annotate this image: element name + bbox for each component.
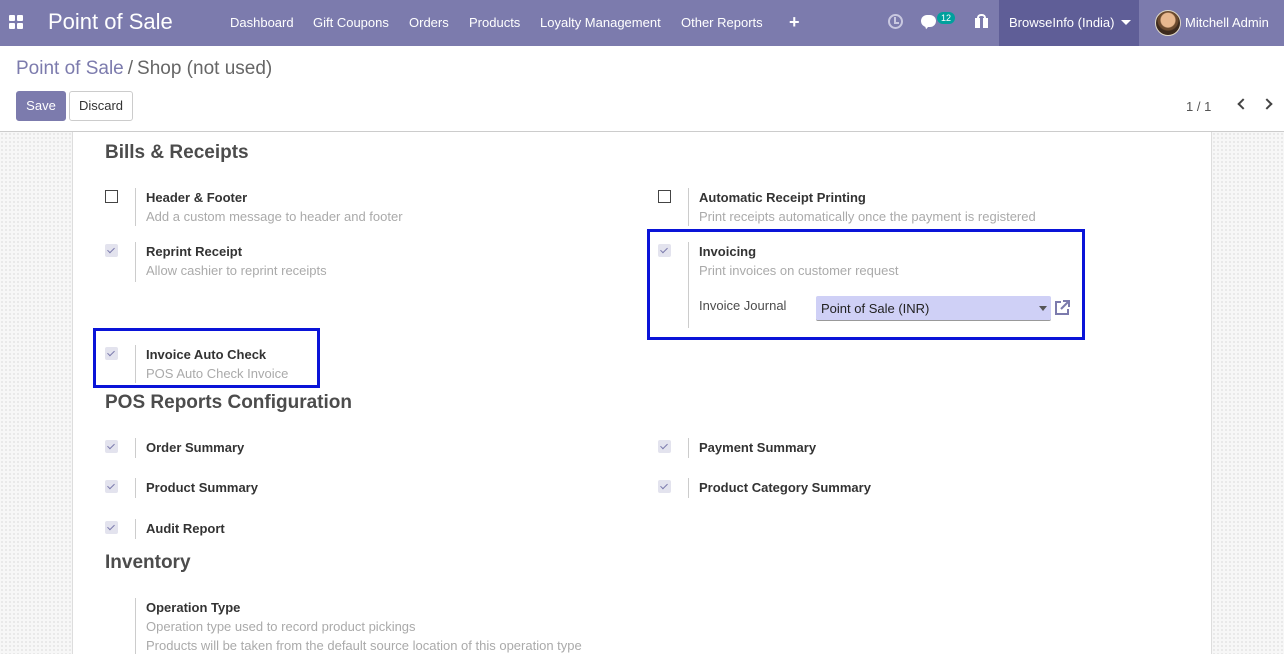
operation-type-desc: Operation type used to record product pi… (146, 619, 416, 634)
plus-icon[interactable]: + (789, 12, 800, 33)
chevron-left-icon[interactable] (1237, 98, 1249, 110)
breadcrumb: Point of Sale / Shop (not used) (16, 58, 272, 80)
section-title-bills: Bills & Receipts (105, 142, 249, 163)
divider (135, 478, 136, 498)
pager-value: 1 / 1 (1186, 99, 1212, 114)
breadcrumb-separator: / (127, 58, 134, 79)
divider (135, 519, 136, 539)
menu-loyalty-management[interactable]: Loyalty Management (540, 15, 661, 30)
form-content-area: Bills & Receipts Header & Footer Add a c… (0, 131, 1284, 654)
breadcrumb-parent-link[interactable]: Point of Sale (16, 58, 124, 79)
app-brand[interactable]: Point of Sale (48, 9, 173, 35)
menu-gift-coupons[interactable]: Gift Coupons (313, 15, 389, 30)
divider (688, 438, 689, 458)
operation-type-title: Operation Type (146, 600, 241, 615)
product-category-summary-checkbox[interactable] (658, 480, 671, 493)
divider (135, 242, 136, 282)
order-summary-title: Order Summary (146, 440, 245, 455)
auto-receipt-printing-title: Automatic Receipt Printing (699, 190, 866, 205)
reprint-receipt-title: Reprint Receipt (146, 244, 243, 259)
divider (135, 438, 136, 458)
caret-down-icon (1121, 20, 1131, 25)
highlight-box-auto-check (93, 328, 320, 388)
user-avatar[interactable] (1155, 10, 1181, 36)
user-menu-name[interactable]: Mitchell Admin (1185, 15, 1269, 30)
header-footer-title: Header & Footer (146, 190, 248, 205)
payment-summary-title: Payment Summary (699, 440, 817, 455)
divider (135, 598, 136, 654)
operation-type-desc-2: Products will be taken from the default … (146, 638, 582, 653)
highlight-box-invoicing (647, 229, 1085, 340)
menu-dashboard[interactable]: Dashboard (230, 15, 294, 30)
company-name: BrowseInfo (India) (1009, 15, 1115, 30)
breadcrumb-current: Shop (not used) (137, 58, 273, 79)
divider (135, 188, 136, 226)
messages-chat-icon[interactable] (921, 15, 936, 27)
reprint-receipt-checkbox[interactable] (105, 244, 118, 257)
divider (688, 478, 689, 498)
header-footer-checkbox[interactable] (105, 190, 118, 203)
top-navbar: Point of Sale Dashboard Gift Coupons Ord… (0, 0, 1284, 46)
product-category-summary-title: Product Category Summary (699, 480, 871, 495)
auto-receipt-printing-desc: Print receipts automatically once the pa… (699, 209, 1036, 224)
company-switcher[interactable]: BrowseInfo (India) (999, 0, 1139, 46)
section-title-inventory: Inventory (105, 552, 191, 573)
payment-summary-checkbox[interactable] (658, 440, 671, 453)
product-summary-title: Product Summary (146, 480, 258, 495)
audit-report-checkbox[interactable] (105, 521, 118, 534)
apps-menu-icon[interactable] (9, 15, 23, 29)
menu-orders[interactable]: Orders (409, 15, 449, 30)
save-button[interactable]: Save (16, 91, 66, 121)
section-title-reports: POS Reports Configuration (105, 392, 352, 413)
chevron-right-icon[interactable] (1261, 98, 1273, 110)
auto-receipt-printing-checkbox[interactable] (658, 190, 671, 203)
discard-button[interactable]: Discard (69, 91, 133, 121)
gift-icon[interactable] (975, 14, 988, 28)
activity-clock-icon[interactable] (888, 14, 903, 29)
reprint-receipt-desc: Allow cashier to reprint receipts (146, 263, 327, 278)
order-summary-checkbox[interactable] (105, 440, 118, 453)
divider (688, 188, 689, 226)
menu-other-reports[interactable]: Other Reports (681, 15, 763, 30)
header-footer-desc: Add a custom message to header and foote… (146, 209, 403, 224)
messages-count-badge: 12 (937, 12, 956, 24)
audit-report-title: Audit Report (146, 521, 225, 536)
menu-products[interactable]: Products (469, 15, 520, 30)
product-summary-checkbox[interactable] (105, 480, 118, 493)
